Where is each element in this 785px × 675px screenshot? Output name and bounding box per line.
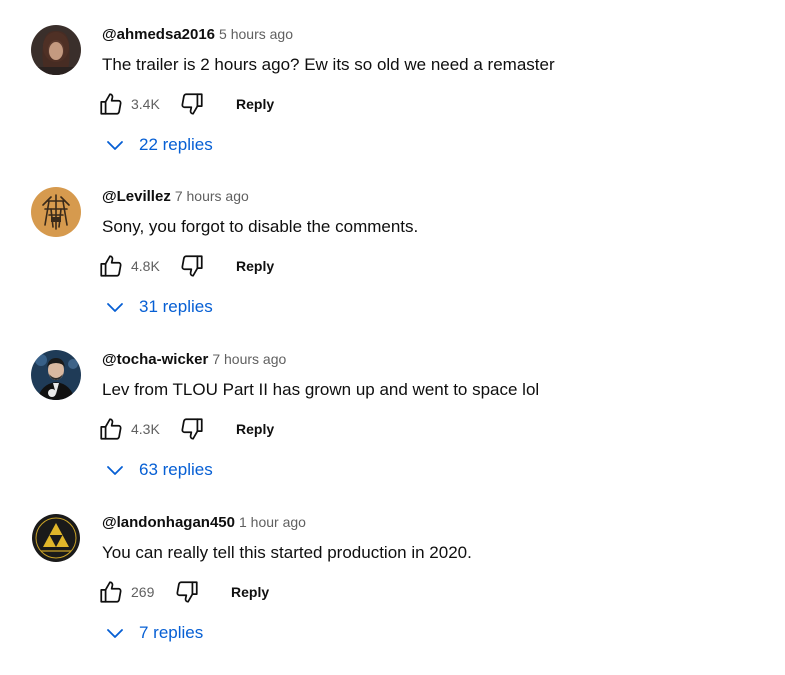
man-in-suit-avatar-icon: [31, 350, 81, 400]
avatar[interactable]: [31, 513, 81, 563]
author-name[interactable]: @Levillez: [102, 188, 171, 205]
comment-time[interactable]: 7 hours ago: [212, 351, 286, 367]
comment-text: The trailer is 2 hours ago? Ew its so ol…: [102, 55, 555, 74]
comment-thread: @tocha-wicker 7 hours ago Lev from TLOU P…: [0, 350, 785, 512]
replies-label: 63 replies: [139, 460, 213, 479]
avatar[interactable]: [31, 350, 81, 400]
author-name[interactable]: @tocha-wicker: [102, 351, 208, 368]
comment-text: Sony, you forgot to disable the comments…: [102, 217, 419, 236]
replies-label: 31 replies: [139, 297, 213, 316]
reply-button[interactable]: Reply: [236, 421, 274, 437]
avatar[interactable]: [31, 187, 81, 237]
thumbs-down-icon[interactable]: [179, 253, 205, 279]
triforce-emblem-avatar-icon: [31, 513, 81, 563]
replies-label: 7 replies: [139, 623, 204, 642]
comment-thread: @landonhagan450 1 hour ago You can really…: [0, 513, 785, 675]
orange-glyph-avatar-icon: [31, 187, 81, 237]
comment-thread: @ahmedsa2016 5 hours ago The trailer is 2…: [0, 25, 785, 187]
comment-time[interactable]: 1 hour ago: [239, 514, 306, 530]
thumbs-up-icon[interactable]: [98, 91, 124, 117]
thumbs-up-icon[interactable]: [98, 416, 124, 442]
thumbs-down-icon[interactable]: [174, 579, 200, 605]
comment-text: You can really tell this started product…: [102, 543, 472, 562]
like-count: 269: [131, 584, 155, 600]
chevron-down-icon: [107, 141, 123, 150]
comment-text: Lev from TLOU Part II has grown up and w…: [102, 380, 540, 399]
thumbs-up-icon[interactable]: [98, 253, 124, 279]
chevron-down-icon: [107, 629, 123, 638]
chevron-down-icon: [107, 466, 123, 475]
replies-label: 22 replies: [139, 135, 213, 154]
like-count: 3.4K: [131, 96, 160, 112]
like-count: 4.8K: [131, 258, 160, 274]
thumbs-down-icon[interactable]: [179, 416, 205, 442]
author-name[interactable]: @ahmedsa2016: [102, 26, 215, 43]
like-count: 4.3K: [131, 421, 160, 437]
comment-time[interactable]: 7 hours ago: [175, 188, 249, 204]
comment-header: @tocha-wicker 7 hours ago: [102, 351, 286, 369]
reply-button[interactable]: Reply: [236, 96, 274, 112]
thumbs-down-icon[interactable]: [179, 91, 205, 117]
author-name[interactable]: @landonhagan450: [102, 514, 235, 531]
comment-header: @Levillez 7 hours ago: [102, 188, 249, 206]
comment-thread: @Levillez 7 hours ago Sony, you forgot to…: [0, 187, 785, 349]
comment-header: @ahmedsa2016 5 hours ago: [102, 26, 293, 44]
chevron-down-icon: [107, 303, 123, 312]
reply-button[interactable]: Reply: [231, 584, 269, 600]
avatar[interactable]: [31, 25, 81, 75]
comment-time[interactable]: 5 hours ago: [219, 26, 293, 42]
reply-button[interactable]: Reply: [236, 258, 274, 274]
portrait-avatar-icon: [31, 25, 81, 75]
thumbs-up-icon[interactable]: [98, 579, 124, 605]
comment-header: @landonhagan450 1 hour ago: [102, 514, 306, 532]
